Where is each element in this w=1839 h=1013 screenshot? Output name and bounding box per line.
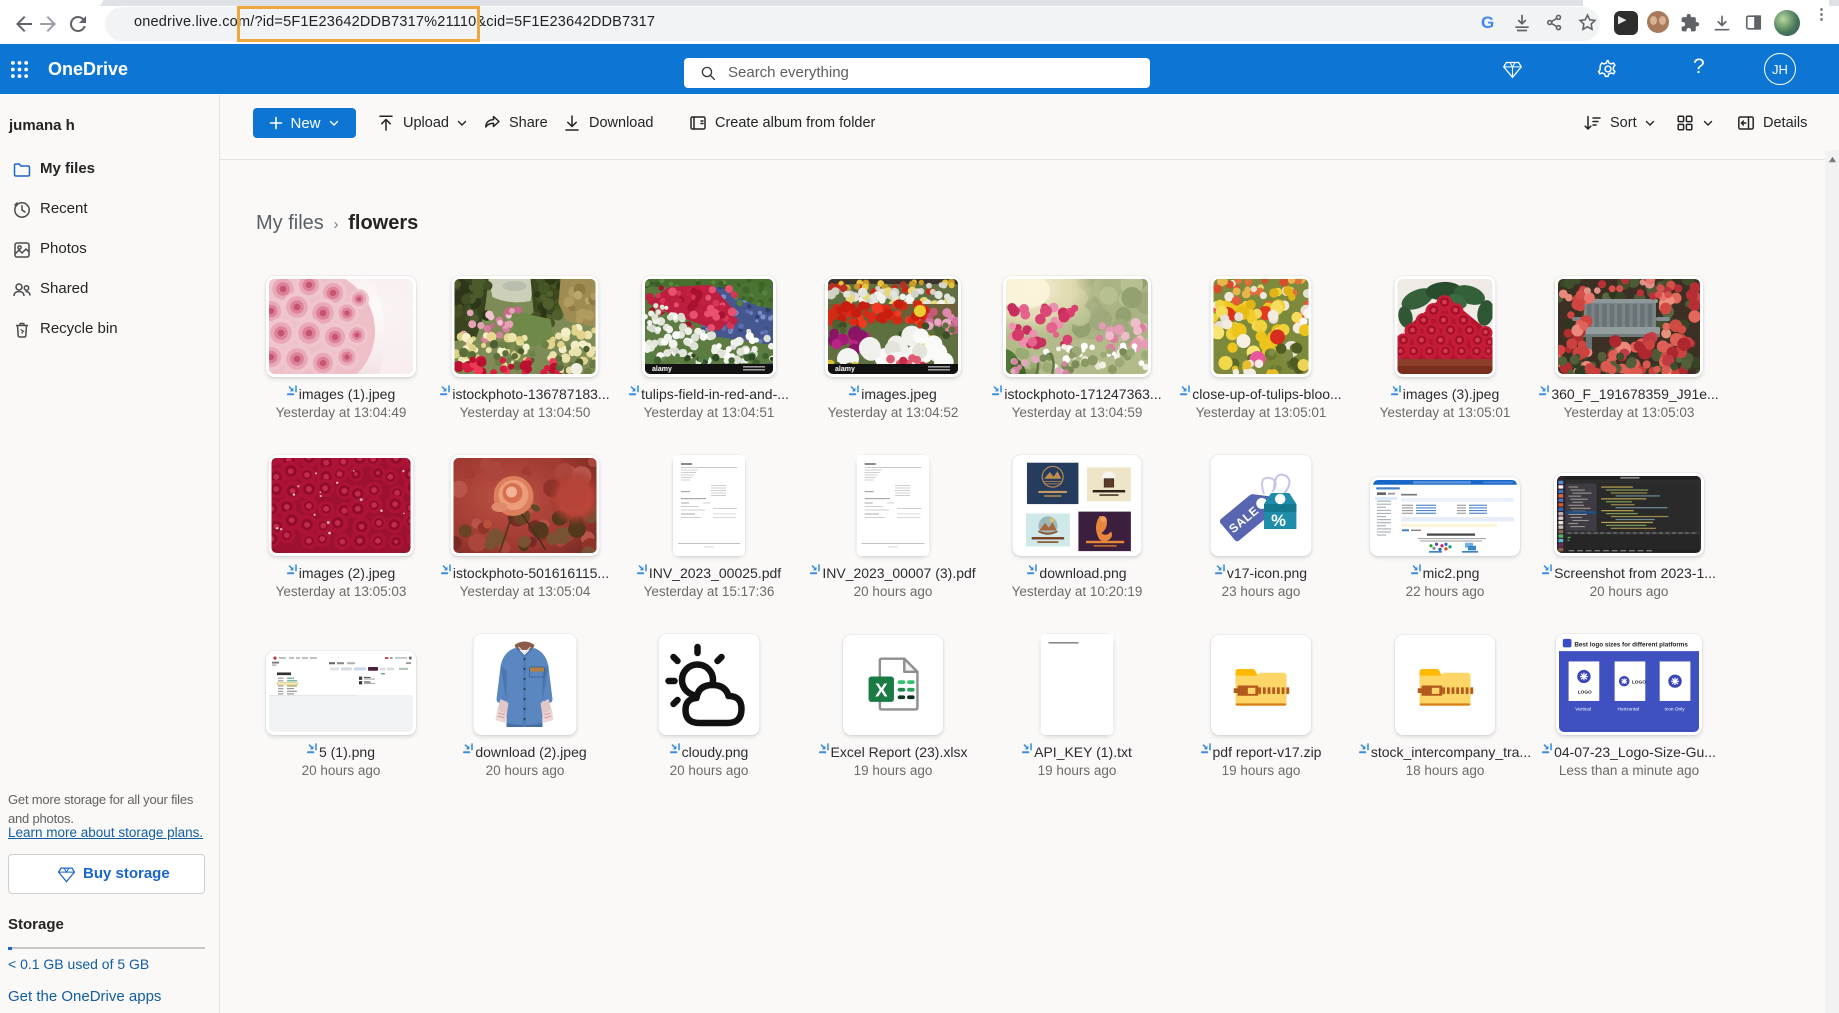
svg-text:Icon Only: Icon Only: [1664, 706, 1685, 712]
svg-text:alamy: alamy: [652, 366, 672, 373]
svg-text:alamy: alamy: [835, 366, 855, 373]
svg-text:%: %: [1271, 511, 1286, 530]
svg-text:X: X: [875, 679, 888, 700]
svg-text:LOGO: LOGO: [1632, 680, 1646, 686]
svg-text:Best logo sizes for different: Best logo sizes for different platforms: [1574, 641, 1688, 648]
svg-text:Vertical: Vertical: [1575, 706, 1591, 712]
svg-text:LOGO: LOGO: [1578, 689, 1592, 695]
svg-text:Horizontal: Horizontal: [1617, 706, 1639, 712]
